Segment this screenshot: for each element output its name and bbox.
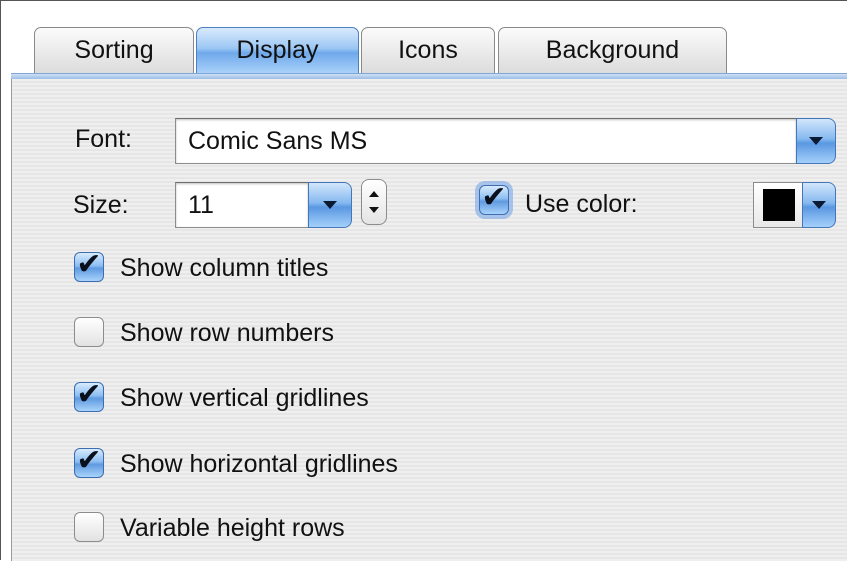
tab-display[interactable]: Display [196,27,359,73]
show-vertical-gridlines-checkbox[interactable]: ✔ [74,377,104,412]
chevron-down-icon [809,137,823,145]
tab-background[interactable]: Background [498,27,727,73]
font-popup[interactable]: Comic Sans MS [175,118,797,164]
size-stepper[interactable] [361,179,387,225]
size-field[interactable]: 11 [175,182,309,228]
chevron-down-icon [812,201,826,209]
use-color-label: Use color: [525,190,638,218]
color-dropdown-button[interactable] [802,182,836,228]
show-column-titles-checkbox[interactable]: ✔ [74,247,104,282]
stepper-down-icon[interactable] [369,207,379,214]
variable-height-rows-checkbox[interactable] [74,512,104,542]
checkmark-icon: ✔ [76,443,102,478]
font-label: Font: [75,125,132,153]
show-row-numbers-checkbox[interactable] [74,317,104,347]
checkmark-icon: ✔ [76,377,102,412]
chevron-down-icon [323,201,337,209]
font-dropdown-button[interactable] [796,118,836,164]
checkmark-icon: ✔ [481,180,507,215]
show-horizontal-gridlines-checkbox[interactable]: ✔ [74,443,104,478]
stepper-up-icon[interactable] [369,190,379,197]
size-label: Size: [73,191,129,219]
preferences-window: Sorting Display Icons Background Font: C… [0,0,847,561]
size-dropdown-button[interactable] [308,182,352,228]
tab-icons[interactable]: Icons [361,27,495,73]
show-row-numbers-label: Show row numbers [120,319,334,347]
color-well[interactable] [753,182,803,228]
show-column-titles-label: Show column titles [120,254,329,282]
show-vertical-gridlines-label: Show vertical gridlines [120,384,369,412]
use-color-checkbox[interactable]: ✔ [479,180,509,215]
checkmark-icon: ✔ [76,247,102,282]
variable-height-rows-label: Variable height rows [120,514,345,542]
tab-sorting[interactable]: Sorting [34,27,194,73]
show-horizontal-gridlines-label: Show horizontal gridlines [120,450,398,478]
tab-bar: Sorting Display Icons Background [1,1,847,75]
color-swatch [762,189,795,221]
